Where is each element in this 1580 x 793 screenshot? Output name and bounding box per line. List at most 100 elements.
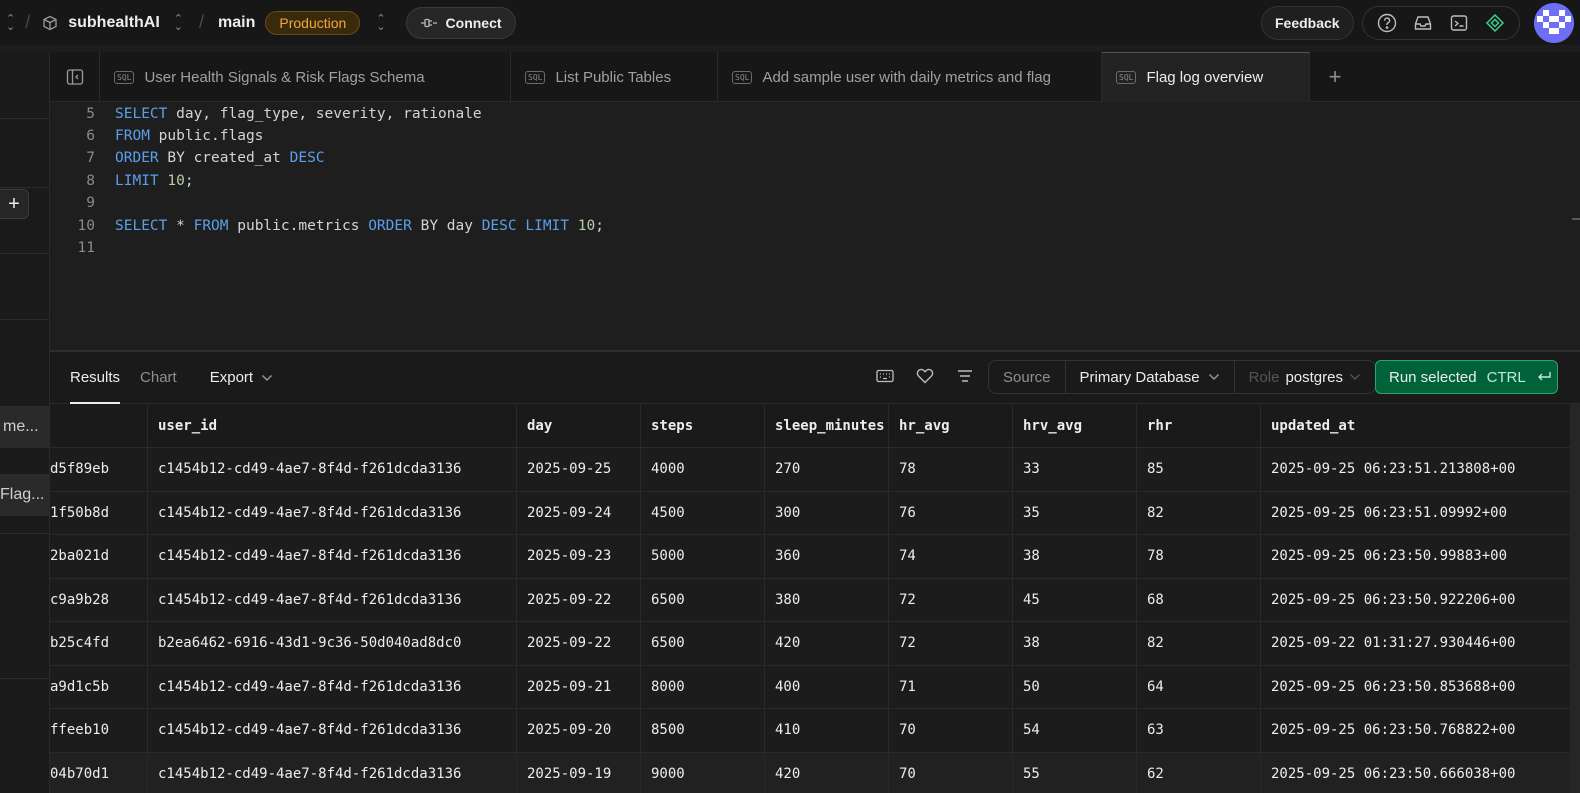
table-cell[interactable]: c1454b12-cd49-4ae7-8f4d-f261dcda3136: [148, 535, 517, 578]
table-row[interactable]: a9d1c5b c1454b12-cd49-4ae7-8f4d-f261dcda3…: [50, 665, 1580, 709]
org-switcher-chevron-icon[interactable]: ⌃ ⌄: [6, 13, 15, 32]
column-header[interactable]: steps: [641, 404, 765, 447]
sidebar-item-query[interactable]: me...: [0, 406, 50, 448]
table-cell[interactable]: 2025-09-25 06:23:50.922206+00: [1261, 579, 1560, 622]
table-cell[interactable]: a9d1c5b: [50, 665, 148, 708]
tab-list-public-tables[interactable]: SQL List Public Tables: [511, 52, 718, 102]
table-cell[interactable]: 2025-09-25: [517, 448, 641, 491]
tab-flag-log-overview[interactable]: SQL Flag log overview: [1102, 52, 1310, 102]
table-cell[interactable]: 420: [765, 752, 889, 793]
table-cell[interactable]: 5000: [641, 535, 765, 578]
table-cell[interactable]: 45: [1013, 578, 1137, 621]
sql-editor[interactable]: 5 SELECT day, flag_type, severity, ratio…: [50, 102, 1580, 352]
table-cell[interactable]: 72: [889, 578, 1013, 621]
table-cell[interactable]: 380: [765, 578, 889, 621]
table-cell[interactable]: 78: [889, 448, 1013, 491]
toggle-sidebar-button[interactable]: [50, 52, 100, 102]
table-cell[interactable]: c1454b12-cd49-4ae7-8f4d-f261dcda3136: [148, 578, 517, 621]
table-cell[interactable]: 74: [889, 535, 1013, 578]
table-cell[interactable]: 71: [889, 665, 1013, 708]
format-align-icon[interactable]: [955, 366, 975, 386]
table-cell[interactable]: 410: [765, 709, 889, 752]
table-cell[interactable]: 4000: [641, 448, 765, 491]
table-cell[interactable]: 9000: [641, 752, 765, 793]
column-header[interactable]: rhr: [1137, 404, 1261, 447]
table-cell[interactable]: 2025-09-20: [517, 709, 641, 752]
table-cell[interactable]: 72: [889, 622, 1013, 665]
table-row[interactable]: c9a9b28 c1454b12-cd49-4ae7-8f4d-f261dcda3…: [50, 578, 1580, 622]
table-cell[interactable]: d5f89eb: [50, 448, 148, 491]
table-cell[interactable]: 62: [1137, 752, 1261, 793]
table-cell[interactable]: 420: [765, 622, 889, 665]
table-cell[interactable]: 270: [765, 448, 889, 491]
table-cell[interactable]: 8500: [641, 709, 765, 752]
table-cell[interactable]: b2ea6462-6916-43d1-9c36-50d040ad8dc0: [148, 622, 517, 665]
table-cell[interactable]: 2025-09-22: [517, 578, 641, 621]
table-cell[interactable]: 54: [1013, 709, 1137, 752]
table-row[interactable]: d5f89eb c1454b12-cd49-4ae7-8f4d-f261dcda3…: [50, 448, 1580, 492]
table-cell[interactable]: 63: [1137, 709, 1261, 752]
table-cell[interactable]: 2025-09-23: [517, 535, 641, 578]
branch-name[interactable]: main: [218, 14, 255, 32]
table-cell[interactable]: 35: [1013, 491, 1137, 534]
table-cell[interactable]: 70: [889, 752, 1013, 793]
table-cell[interactable]: 38: [1013, 535, 1137, 578]
table-cell[interactable]: 8000: [641, 665, 765, 708]
keyboard-shortcuts-icon[interactable]: [875, 366, 895, 386]
table-cell[interactable]: 2025-09-25 06:23:50.666038+00: [1261, 753, 1560, 793]
role-select[interactable]: Role postgres: [1235, 361, 1375, 393]
project-switcher-chevron-icon[interactable]: ⌃ ⌄: [174, 13, 183, 32]
table-cell[interactable]: 300: [765, 491, 889, 534]
connect-button[interactable]: Connect: [405, 6, 516, 39]
project-name[interactable]: subhealthAI: [68, 14, 160, 32]
table-cell[interactable]: 2025-09-25 06:23:50.853688+00: [1261, 666, 1560, 709]
column-header[interactable]: user_id: [148, 404, 517, 447]
add-tab-button[interactable]: +: [1310, 52, 1360, 101]
table-cell[interactable]: 2025-09-24: [517, 491, 641, 534]
table-cell[interactable]: 2025-09-19: [517, 752, 641, 793]
table-row[interactable]: ffeeb10 c1454b12-cd49-4ae7-8f4d-f261dcda3…: [50, 709, 1580, 753]
editor-scrollbar[interactable]: [1572, 218, 1580, 220]
column-header[interactable]: [50, 404, 148, 447]
user-avatar[interactable]: [1534, 3, 1574, 43]
table-cell[interactable]: 85: [1137, 448, 1261, 491]
inbox-icon[interactable]: [1413, 13, 1433, 33]
table-cell[interactable]: c1454b12-cd49-4ae7-8f4d-f261dcda3136: [148, 665, 517, 708]
table-cell[interactable]: 2ba021d: [50, 535, 148, 578]
table-cell[interactable]: 6500: [641, 578, 765, 621]
table-cell[interactable]: 55: [1013, 752, 1137, 793]
table-cell[interactable]: 2025-09-21: [517, 665, 641, 708]
sidebar-item-query[interactable]: Flag...: [0, 474, 50, 516]
table-cell[interactable]: 2025-09-25 06:23:50.99883+00: [1261, 535, 1560, 578]
run-selected-button[interactable]: Run selected CTRL: [1375, 360, 1558, 394]
table-cell[interactable]: 1f50b8d: [50, 491, 148, 534]
table-cell[interactable]: 50: [1013, 665, 1137, 708]
column-header[interactable]: hr_avg: [889, 404, 1013, 447]
table-cell[interactable]: 2025-09-22: [517, 622, 641, 665]
table-cell[interactable]: 76: [889, 491, 1013, 534]
favorite-heart-icon[interactable]: [915, 366, 935, 386]
tab-chart[interactable]: Chart: [140, 352, 177, 404]
table-cell[interactable]: c1454b12-cd49-4ae7-8f4d-f261dcda3136: [148, 448, 517, 491]
table-cell[interactable]: 4500: [641, 491, 765, 534]
table-cell[interactable]: 04b70d1: [50, 752, 148, 793]
table-cell[interactable]: 33: [1013, 448, 1137, 491]
column-header[interactable]: sleep_minutes: [765, 404, 889, 447]
table-cell[interactable]: 360: [765, 535, 889, 578]
table-cell[interactable]: c1454b12-cd49-4ae7-8f4d-f261dcda3136: [148, 491, 517, 534]
table-row[interactable]: 2ba021d c1454b12-cd49-4ae7-8f4d-f261dcda3…: [50, 535, 1580, 579]
table-cell[interactable]: 82: [1137, 622, 1261, 665]
table-cell[interactable]: 64: [1137, 665, 1261, 708]
export-dropdown[interactable]: Export: [210, 369, 273, 386]
table-cell[interactable]: 70: [889, 709, 1013, 752]
table-cell[interactable]: c1454b12-cd49-4ae7-8f4d-f261dcda3136: [148, 752, 517, 793]
table-row[interactable]: 1f50b8d c1454b12-cd49-4ae7-8f4d-f261dcda3…: [50, 491, 1580, 535]
column-header[interactable]: hrv_avg: [1013, 404, 1137, 447]
terminal-icon[interactable]: [1449, 13, 1469, 33]
tab-user-health-schema[interactable]: SQL User Health Signals & Risk Flags Sch…: [100, 52, 511, 102]
column-header[interactable]: day: [517, 404, 641, 447]
table-cell[interactable]: c9a9b28: [50, 578, 148, 621]
table-row[interactable]: b25c4fd b2ea6462-6916-43d1-9c36-50d040ad8…: [50, 622, 1580, 666]
table-cell[interactable]: 400: [765, 665, 889, 708]
help-icon[interactable]: [1377, 13, 1397, 33]
